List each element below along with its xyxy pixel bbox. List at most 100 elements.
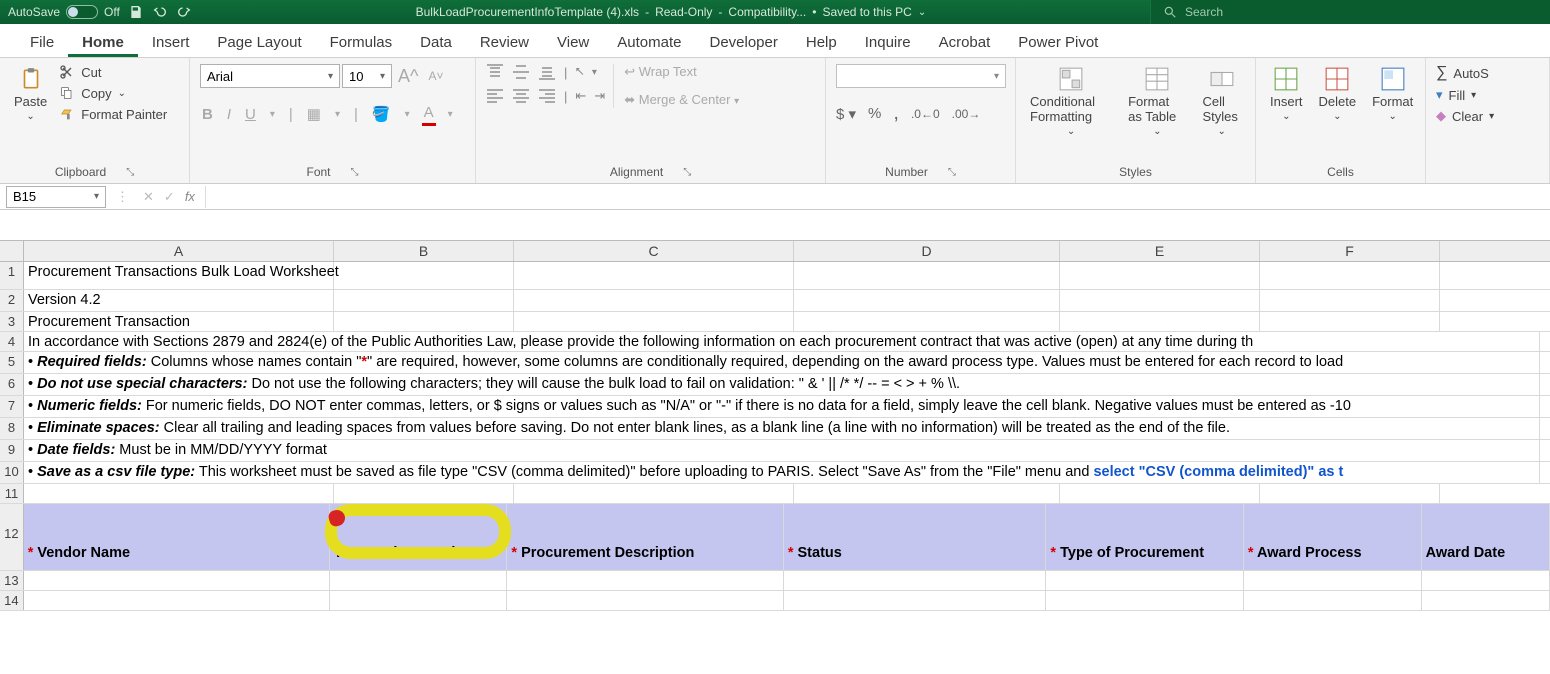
search-box[interactable]: Search [1150,0,1550,24]
cell[interactable]: Version 4.2 [24,290,334,311]
tab-automate[interactable]: Automate [603,28,695,57]
decrease-decimal-button[interactable]: .00→ [952,107,981,121]
wrap-text-button[interactable]: ↩ Wrap Text [624,64,739,80]
row-header[interactable]: 10 [0,462,24,483]
cancel-formula-icon[interactable]: ✕ [143,189,154,205]
tab-home[interactable]: Home [68,28,138,57]
row-header[interactable]: 6 [0,374,24,395]
row-header[interactable]: 4 [0,332,24,351]
format-cells-button[interactable]: Format⌄ [1368,64,1417,124]
number-launcher-icon[interactable]: ⤡ [948,167,956,178]
fill-color-button[interactable]: 🪣 [370,103,393,125]
increase-indent-icon[interactable]: ⇥ [594,88,605,104]
tab-data[interactable]: Data [406,28,466,57]
col-header-f[interactable]: F [1260,241,1440,261]
conditional-formatting-button[interactable]: Conditional Formatting⌄ [1026,64,1116,139]
col-header-b[interactable]: B [334,241,514,261]
align-center-icon[interactable] [512,88,530,104]
autosave-toggle[interactable]: AutoSave Off [8,5,120,19]
increase-decimal-button[interactable]: .0←0 [911,107,940,121]
number-format-select[interactable]: ▾ [836,64,1006,88]
name-box[interactable]: B15▾ [6,186,106,208]
cut-button[interactable]: Cut [59,64,167,80]
spreadsheet-grid[interactable]: A B C D E F 1 Procurement Transactions B… [0,240,1550,611]
header-award-date[interactable]: Award Date [1422,504,1550,570]
insert-cells-button[interactable]: Insert⌄ [1266,64,1307,124]
align-left-icon[interactable] [486,88,504,104]
alignment-launcher-icon[interactable]: ⤡ [683,167,691,178]
tab-power-pivot[interactable]: Power Pivot [1004,28,1112,57]
cell[interactable]: In accordance with Sections 2879 and 282… [24,332,1540,351]
row-header[interactable]: 2 [0,290,24,311]
tab-help[interactable]: Help [792,28,851,57]
align-middle-icon[interactable] [512,64,530,80]
percent-format-button[interactable]: % [868,105,881,122]
fill-button[interactable]: ▾ Fill ▾ [1436,87,1494,103]
row-header[interactable]: 7 [0,396,24,417]
tab-acrobat[interactable]: Acrobat [925,28,1005,57]
decrease-indent-icon[interactable]: ⇤ [575,88,586,104]
underline-button[interactable]: U [243,104,258,125]
col-header-e[interactable]: E [1060,241,1260,261]
saved-status[interactable]: Saved to this PC [822,5,911,19]
header-status[interactable]: * Status [784,504,1047,570]
tab-insert[interactable]: Insert [138,28,204,57]
row-header[interactable]: 1 [0,262,24,289]
clear-button[interactable]: ◆ Clear ▾ [1436,108,1494,124]
autosum-button[interactable]: ∑ AutoS [1436,64,1494,82]
paste-button[interactable]: Paste⌄ [10,64,51,124]
row-header[interactable]: 3 [0,312,24,331]
tab-file[interactable]: File [16,28,68,57]
row-header[interactable]: 12 [0,504,24,570]
copy-button[interactable]: Copy ⌄ [59,85,167,101]
cell[interactable]: • Date fields: Must be in MM/DD/YYYY for… [24,440,1540,461]
align-right-icon[interactable] [538,88,556,104]
cell[interactable]: Procurement Transaction [24,312,334,331]
italic-button[interactable]: I [225,104,233,125]
align-top-icon[interactable] [486,64,504,80]
borders-button[interactable]: ▦ [305,103,323,125]
col-header-c[interactable]: C [514,241,794,261]
col-header-a[interactable]: A [24,241,334,261]
cell[interactable]: Procurement Transactions Bulk Load Works… [24,262,334,289]
tab-page-layout[interactable]: Page Layout [203,28,315,57]
font-size-select[interactable]: 10▾ [342,64,392,88]
cell[interactable]: • Numeric fields: For numeric fields, DO… [24,396,1540,417]
enter-formula-icon[interactable]: ✓ [164,189,175,205]
delete-cells-button[interactable]: Delete⌄ [1315,64,1361,124]
col-header-d[interactable]: D [794,241,1060,261]
accounting-format-button[interactable]: $ ▾ [836,105,856,123]
clipboard-launcher-icon[interactable]: ⤡ [126,167,134,178]
header-award-process[interactable]: * Award Process [1244,504,1422,570]
tab-developer[interactable]: Developer [695,28,791,57]
orientation-button[interactable]: ⭦ [575,64,583,80]
header-type-of-procurement[interactable]: * Type of Procurement [1046,504,1243,570]
merge-center-button[interactable]: ⬌ Merge & Center ▾ [624,92,739,108]
tab-formulas[interactable]: Formulas [316,28,407,57]
tab-inquire[interactable]: Inquire [851,28,925,57]
cell[interactable]: • Required fields: Columns whose names c… [24,352,1540,373]
cell[interactable]: • Do not use special characters: Do not … [24,374,1540,395]
row-header[interactable]: 11 [0,484,24,503]
row-header[interactable]: 13 [0,571,24,590]
cell[interactable]: • Eliminate spaces: Clear all trailing a… [24,418,1540,439]
cell-styles-button[interactable]: Cell Styles⌄ [1198,64,1245,139]
tab-view[interactable]: View [543,28,603,57]
comma-format-button[interactable]: , [893,102,899,125]
header-vendor-name[interactable]: * Vendor Name [24,504,330,570]
cell[interactable]: • Save as a csv file type: This workshee… [24,462,1540,483]
fx-icon[interactable]: fx [185,189,195,204]
font-color-button[interactable]: A [422,102,436,126]
row-header[interactable]: 5 [0,352,24,373]
align-bottom-icon[interactable] [538,64,556,80]
shrink-font-icon[interactable]: A˅ [424,69,447,83]
undo-icon[interactable] [152,4,168,20]
row-header[interactable]: 8 [0,418,24,439]
select-all-corner[interactable] [0,241,24,261]
grow-font-icon[interactable]: A^ [394,66,422,87]
save-icon[interactable] [128,4,144,20]
format-painter-button[interactable]: Format Painter [59,106,167,122]
font-launcher-icon[interactable]: ⤡ [351,167,359,178]
header-procurement-description[interactable]: * Procurement Description [507,504,783,570]
header-transaction-number[interactable]: Transaction Number [330,504,508,570]
